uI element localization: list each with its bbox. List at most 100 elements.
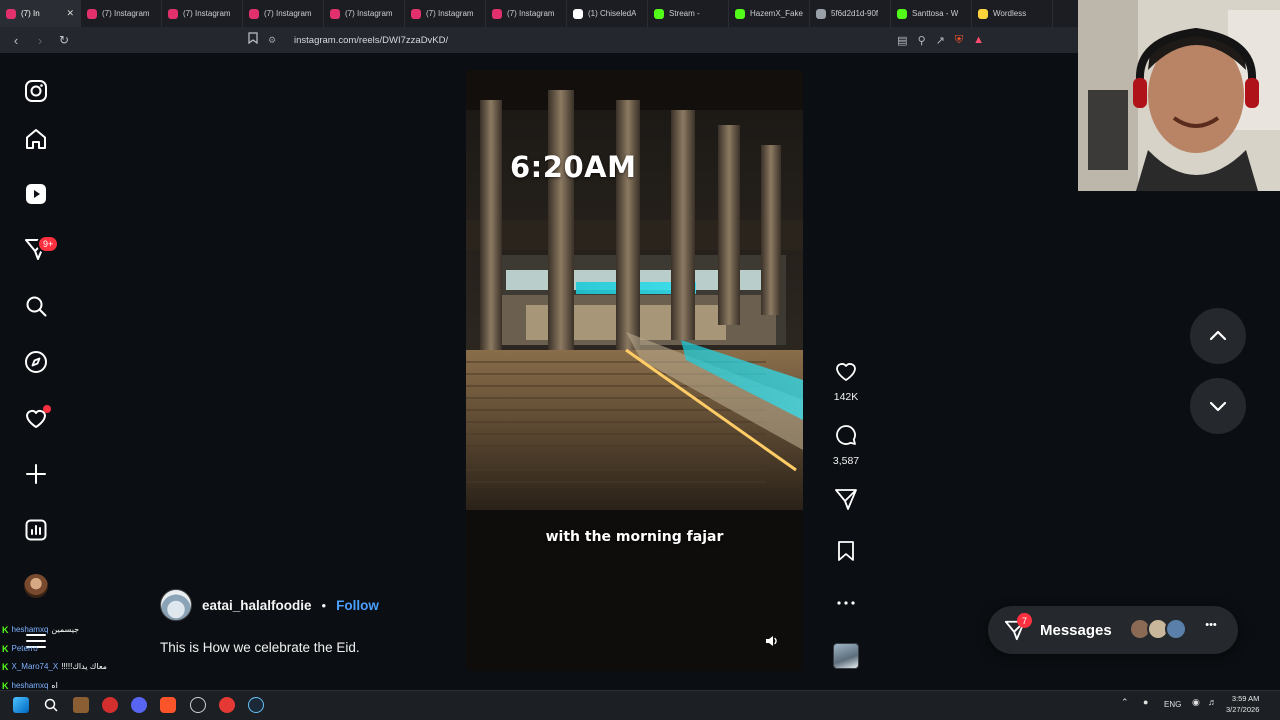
- instagram-icon: [411, 8, 421, 19]
- chat-message: Kheshamxq جيسمين: [2, 621, 172, 640]
- browser-tab-strip: (7) In ✕ (7) Instagram (7) Instagram (7) Ins…: [0, 0, 1078, 27]
- like-button[interactable]: 142K: [826, 359, 866, 403]
- screen: (7) In ✕ (7) Instagram (7) Instagram (7) Ins…: [0, 0, 1280, 720]
- author-avatar[interactable]: [160, 589, 192, 621]
- instagram-sidebar: 9+: [0, 53, 72, 693]
- comment-icon: [836, 425, 856, 445]
- browser-tab[interactable]: 5f6d2d1d-90f: [810, 0, 891, 27]
- back-button[interactable]: ‹: [6, 30, 26, 50]
- reel-author: eatai_halalfoodie • Follow: [160, 589, 379, 621]
- cast-icon[interactable]: ▤: [897, 34, 907, 47]
- more-dots-icon[interactable]: •••: [1201, 619, 1221, 639]
- brave-shield-icon[interactable]: ⛨: [955, 34, 963, 47]
- save-button[interactable]: [826, 539, 866, 568]
- reel-description: This is How we celebrate the Eid.: [160, 640, 360, 655]
- obs-icon[interactable]: [190, 697, 206, 713]
- next-reel-button[interactable]: [1190, 378, 1246, 434]
- site-info-icon[interactable]: ⚙: [268, 35, 282, 46]
- browser-tab-label: (7) Instagram: [507, 9, 555, 18]
- volume-icon[interactable]: [764, 633, 784, 653]
- instagram-icon: [87, 8, 97, 19]
- search-icon[interactable]: [22, 292, 50, 320]
- network-icon[interactable]: ◉: [1192, 697, 1200, 708]
- reels-icon[interactable]: [22, 180, 50, 208]
- create-icon[interactable]: [22, 460, 50, 488]
- microphone-icon[interactable]: ●: [1143, 697, 1148, 707]
- browser-tab[interactable]: Wordless: [972, 0, 1053, 27]
- webcam-overlay: [1078, 0, 1280, 191]
- reload-button[interactable]: ↻: [54, 30, 74, 50]
- address-bar[interactable]: ⚙ instagram.com/reels/DWI7zzaDvKD/ ▤ ⚲ ↗…: [268, 30, 988, 50]
- close-tab-icon[interactable]: ✕: [66, 8, 74, 19]
- comment-button[interactable]: 3,587: [826, 423, 866, 467]
- previous-reel-button[interactable]: [1190, 308, 1246, 364]
- instagram-icon: [330, 8, 340, 19]
- brave-rewards-icon[interactable]: ▲: [973, 34, 984, 46]
- browser-tab[interactable]: (7) Instagram: [324, 0, 405, 27]
- wordless-icon: [978, 8, 988, 19]
- dashboard-icon[interactable]: [22, 516, 50, 544]
- author-separator: •: [321, 597, 327, 613]
- chat-username: X_Maro74_X: [11, 662, 59, 671]
- clock-date: 3/27/2026: [1226, 705, 1260, 714]
- like-count: 142K: [833, 391, 859, 403]
- clock-time: 3:59 AM: [1231, 694, 1260, 703]
- audio-thumbnail[interactable]: [833, 643, 859, 669]
- browser-tab[interactable]: (7) Instagram: [162, 0, 243, 27]
- discord-icon[interactable]: [131, 697, 147, 713]
- bookmark-icon[interactable]: [248, 32, 258, 47]
- browser-tab[interactable]: Santtosa - W: [891, 0, 972, 27]
- browser-tab[interactable]: HazemX_Fake: [729, 0, 810, 27]
- kick-icon: [654, 8, 664, 19]
- app-icon[interactable]: [219, 697, 235, 713]
- more-options-button[interactable]: [826, 591, 866, 620]
- instagram-icon: [249, 8, 259, 19]
- steam-icon[interactable]: [248, 697, 264, 713]
- globe-icon: [816, 8, 826, 19]
- browser-tab-label: (7) Instagram: [426, 9, 474, 18]
- brave-browser-icon[interactable]: [160, 697, 176, 713]
- reel-overlay-caption: with the morning fajar: [545, 529, 724, 545]
- file-explorer-icon[interactable]: [73, 697, 89, 713]
- app-icon[interactable]: [102, 697, 118, 713]
- tray-chevron-up-icon[interactable]: ⌃: [1121, 697, 1129, 708]
- chevron-down-icon: [1209, 401, 1227, 412]
- browser-toolbar: ‹ › ↻ ⚙ instagram.com/reels/DWI7zzaDvKD/…: [0, 27, 1078, 53]
- messages-badge: 7: [1017, 613, 1032, 628]
- explore-icon[interactable]: [22, 348, 50, 376]
- language-indicator[interactable]: ENG: [1164, 700, 1181, 709]
- browser-tab[interactable]: (7) Instagram: [405, 0, 486, 27]
- messages-label: Messages: [1040, 621, 1112, 639]
- share-button[interactable]: [826, 487, 866, 516]
- volume-icon[interactable]: ♬: [1208, 697, 1217, 707]
- browser-tab[interactable]: (7) In ✕: [0, 0, 81, 27]
- reel-overlay-time: 6:20AM: [510, 150, 637, 184]
- instagram-icon: [168, 8, 178, 19]
- chat-message: K Peterro: [2, 640, 172, 659]
- browser-tab[interactable]: (1) ChiseledA: [567, 0, 648, 27]
- search-icon[interactable]: [43, 697, 59, 713]
- kick-icon: [897, 8, 907, 19]
- browser-tab[interactable]: (7) Instagram: [486, 0, 567, 27]
- browser-tab[interactable]: Stream -: [648, 0, 729, 27]
- send-icon: [835, 489, 857, 510]
- share-icon[interactable]: ↗: [936, 34, 945, 47]
- instagram-icon: [492, 8, 502, 19]
- zoom-icon[interactable]: ⚲: [918, 34, 926, 47]
- follow-button[interactable]: Follow: [336, 598, 379, 613]
- reel-video[interactable]: 6:20AM with the morning fajar: [466, 70, 803, 671]
- home-icon[interactable]: [22, 125, 50, 153]
- browser-tab-label: (7) Instagram: [345, 9, 393, 18]
- chat-text: جيسمين: [51, 625, 80, 634]
- instagram-logo-icon[interactable]: [22, 77, 50, 105]
- x-icon: [573, 8, 583, 19]
- author-username[interactable]: eatai_halalfoodie: [202, 598, 312, 613]
- browser-tab-label: (7) Instagram: [183, 9, 231, 18]
- browser-tab[interactable]: (7) Instagram: [81, 0, 162, 27]
- windows-start-icon[interactable]: [13, 697, 29, 713]
- forward-button[interactable]: ›: [30, 30, 50, 50]
- profile-avatar[interactable]: [24, 574, 48, 598]
- browser-tab-label: 5f6d2d1d-90f: [831, 9, 879, 18]
- system-clock[interactable]: 3:59 AM 3/27/2026: [1226, 693, 1259, 715]
- browser-tab[interactable]: (7) Instagram: [243, 0, 324, 27]
